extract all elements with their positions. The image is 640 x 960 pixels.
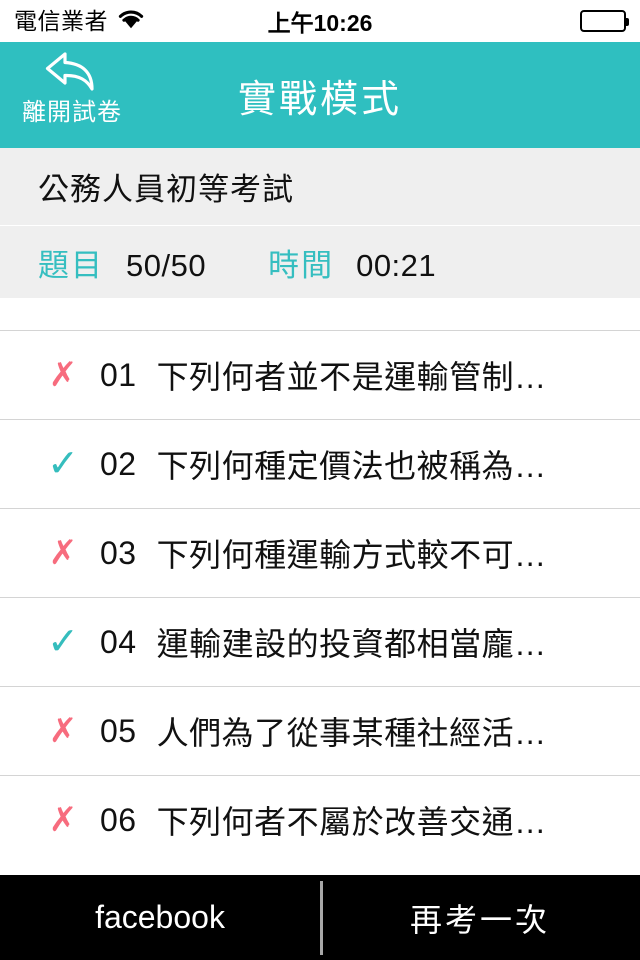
- status-bar: 電信業者 上午10:26: [0, 0, 640, 42]
- result-wrong-icon: ✗: [48, 801, 78, 839]
- battery-icon: [580, 10, 629, 32]
- status-bar-right: [580, 10, 629, 32]
- stat-questions-value: 50/50: [126, 247, 207, 283]
- question-number: 02: [100, 445, 137, 482]
- result-wrong-icon: ✗: [48, 356, 78, 394]
- status-bar-left: 電信業者: [14, 8, 145, 34]
- app-root: 電信業者 上午10:26 離開試卷 實戰模式 公務人員初等考試 題目 50/50…: [0, 0, 640, 960]
- carrier-label: 電信業者: [14, 7, 108, 34]
- question-row[interactable]: ✗ 03 下列何種運輸方式較不可…: [0, 508, 640, 597]
- stat-time-value: 00:21: [356, 247, 437, 283]
- battery-cap: [626, 18, 629, 26]
- facebook-share-button[interactable]: facebook: [0, 875, 320, 960]
- result-correct-icon: ✓: [47, 621, 79, 663]
- question-number: 05: [100, 712, 137, 749]
- question-row[interactable]: ✗ 05 人們為了從事某種社經活…: [0, 686, 640, 775]
- back-arrow-icon: [41, 50, 103, 99]
- result-wrong-icon: ✗: [48, 534, 78, 572]
- question-text: 運輸建設的投資都相當龐…: [156, 626, 547, 662]
- stat-questions: 題目 50/50: [38, 240, 206, 285]
- list-top-spacer: [0, 298, 640, 330]
- toolbar-divider: [320, 881, 323, 955]
- question-text: 下列何種運輸方式較不可…: [156, 537, 547, 573]
- question-number: 04: [100, 623, 137, 660]
- question-row[interactable]: ✗ 06 下列何者不屬於改善交通…: [0, 775, 640, 864]
- question-number: 03: [100, 534, 137, 571]
- question-text: 下列何種定價法也被稱為…: [156, 448, 547, 484]
- back-button-label: 離開試卷: [22, 99, 122, 126]
- question-text: 人們為了從事某種社經活…: [156, 715, 547, 751]
- nav-bar: 離開試卷 實戰模式: [0, 42, 640, 148]
- exam-title-band: 公務人員初等考試: [0, 148, 640, 226]
- clock-label: 上午10:26: [267, 10, 373, 36]
- stat-questions-label: 題目: [38, 247, 104, 283]
- stat-time-label: 時間: [268, 247, 335, 283]
- question-row[interactable]: ✗ 01 下列何者並不是運輸管制…: [0, 330, 640, 419]
- question-text: 下列何者不屬於改善交通…: [156, 804, 547, 840]
- question-text: 下列何者並不是運輸管制…: [156, 359, 547, 395]
- back-button[interactable]: 離開試卷: [16, 50, 128, 126]
- exam-title: 公務人員初等考試: [38, 172, 294, 207]
- question-row[interactable]: ✓ 02 下列何種定價法也被稱為…: [0, 419, 640, 508]
- stats-bar: 題目 50/50 時間 00:21: [0, 226, 640, 298]
- question-row[interactable]: ✓ 04 運輸建設的投資都相當龐…: [0, 597, 640, 686]
- result-wrong-icon: ✗: [48, 712, 78, 750]
- result-correct-icon: ✓: [47, 443, 79, 485]
- stat-time: 時間 00:21: [268, 240, 436, 285]
- question-number: 06: [100, 801, 137, 838]
- retry-exam-button[interactable]: 再考一次: [320, 875, 640, 960]
- question-list[interactable]: ✗ 01 下列何者並不是運輸管制… ✓ 02 下列何種定價法也被稱為… ✗ 03…: [0, 298, 640, 875]
- question-number: 01: [100, 356, 137, 393]
- wifi-icon: [117, 8, 145, 34]
- bottom-toolbar: facebook 再考一次: [0, 875, 640, 960]
